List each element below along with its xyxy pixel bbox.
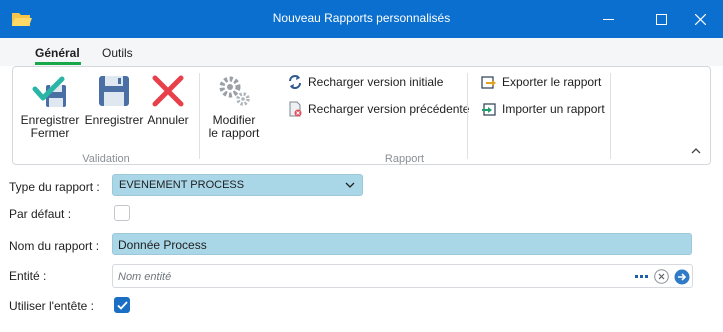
- chevron-down-icon: [345, 182, 355, 188]
- minimize-icon: [602, 18, 614, 20]
- checkmark-icon: [116, 300, 128, 310]
- gears-icon: [219, 76, 250, 106]
- cancel-button[interactable]: Annuler: [146, 73, 190, 127]
- tab-general[interactable]: Général: [35, 46, 80, 60]
- reload-initial-button[interactable]: Recharger version initiale: [287, 73, 443, 91]
- entity-label: Entité :: [9, 269, 47, 283]
- group-label-validation: Validation: [82, 153, 130, 165]
- reload-initial-label: Recharger version initiale: [308, 75, 444, 89]
- entity-placeholder: Nom entité: [118, 271, 172, 283]
- clear-icon[interactable]: [654, 269, 669, 284]
- reload-previous-label: Recharger version précédente: [308, 102, 470, 116]
- group-separator: [199, 73, 200, 159]
- default-label: Par défaut :: [9, 207, 72, 221]
- minimize-button[interactable]: [585, 0, 631, 38]
- more-icon[interactable]: [635, 275, 649, 279]
- use-header-checkbox[interactable]: [114, 297, 130, 313]
- group-separator: [610, 73, 611, 159]
- tab-bar: Général Outils: [0, 38, 723, 66]
- report-type-value: EVENEMENT PROCESS: [119, 179, 245, 191]
- title-bar: Nouveau Rapports personnalisés: [0, 0, 723, 38]
- cancel-label: Annuler: [147, 113, 189, 127]
- close-button[interactable]: [677, 0, 723, 38]
- report-name-input[interactable]: Donnée Process: [112, 233, 692, 255]
- import-report-label: Importer un rapport: [502, 102, 605, 116]
- use-header-label: Utiliser l'entête :: [9, 299, 94, 313]
- document-revert-icon: [289, 101, 302, 117]
- import-report-button[interactable]: Importer un rapport: [481, 100, 605, 118]
- ribbon: Enregistrer Fermer Enregistrer Annuler V…: [12, 66, 711, 165]
- save-button[interactable]: Enregistrer: [83, 73, 145, 127]
- modify-report-label: Modifier le rapport: [208, 113, 260, 140]
- save-close-label: Enregistrer Fermer: [20, 113, 80, 140]
- export-report-label: Exporter le rapport: [502, 75, 602, 89]
- export-report-button[interactable]: Exporter le rapport: [481, 73, 601, 91]
- save-icon: [99, 76, 129, 106]
- close-icon: [694, 13, 706, 25]
- report-name-label: Nom du rapport :: [9, 239, 100, 253]
- modify-report-button[interactable]: Modifier le rapport: [204, 73, 264, 140]
- group-label-rapport: Rapport: [384, 153, 425, 165]
- save-close-icon: [32, 76, 66, 107]
- tab-outils[interactable]: Outils: [102, 46, 133, 60]
- save-close-button[interactable]: Enregistrer Fermer: [17, 73, 83, 140]
- cancel-icon: [152, 75, 184, 107]
- export-icon: [481, 76, 496, 89]
- default-checkbox[interactable]: [114, 205, 130, 221]
- active-tab-indicator: [35, 62, 81, 65]
- report-type-label: Type du rapport :: [9, 180, 100, 194]
- go-arrow-icon[interactable]: [674, 269, 690, 285]
- group-separator: [467, 73, 468, 159]
- refresh-icon: [289, 75, 301, 89]
- report-type-dropdown[interactable]: EVENEMENT PROCESS: [112, 174, 363, 196]
- maximize-icon: [655, 13, 667, 25]
- entity-field[interactable]: Nom entité: [112, 264, 693, 288]
- reload-previous-button[interactable]: Recharger version précédente: [287, 100, 469, 118]
- import-icon: [482, 103, 496, 116]
- save-label: Enregistrer: [84, 113, 144, 127]
- chevron-up-icon[interactable]: [689, 144, 703, 158]
